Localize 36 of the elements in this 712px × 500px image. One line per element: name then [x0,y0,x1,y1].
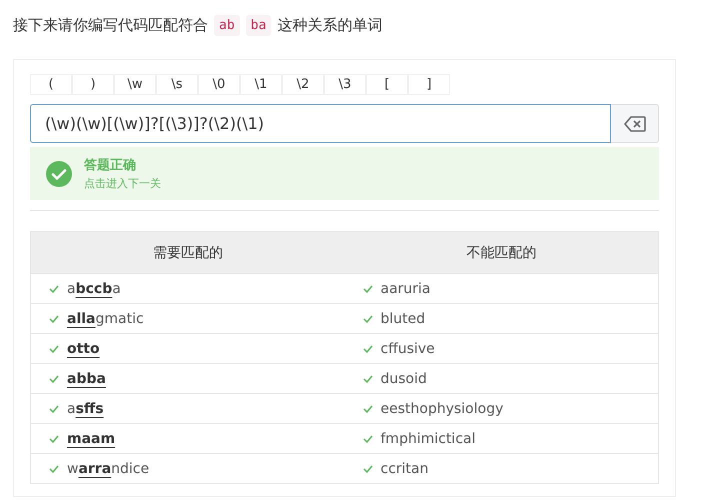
column-header: 不能匹配的 [344,232,658,274]
word: warrandice [67,460,150,476]
regex-input[interactable]: (\w)(\w)[(\w)]?[(\3)]?(\2)(\1) [30,104,611,143]
word: fmphimictical [380,430,476,446]
token-button[interactable]: \s [156,74,198,95]
word: eesthophysiology [380,400,504,416]
word: otto [67,340,100,356]
clear-button[interactable] [611,104,659,143]
word: allagmatic [67,310,144,326]
word: abccba [67,280,121,296]
token-button[interactable]: \w [114,74,156,95]
backspace-icon [624,116,646,132]
word: bluted [380,310,426,326]
word: dusoid [380,370,427,386]
result-title: 答题正确 [84,157,137,174]
column-header: 需要匹配的 [30,232,344,274]
token-button[interactable]: ) [72,74,114,95]
check-circle-icon [46,160,72,186]
token-button[interactable]: \0 [198,74,240,95]
token-button[interactable]: \3 [324,74,366,95]
token-button[interactable]: [ [366,74,408,95]
prompt-text: 这种关系的单词 [277,16,382,34]
word: ccritan [380,460,428,476]
word: cffusive [380,340,435,356]
word: asffs [67,400,104,416]
word: maam [67,430,116,446]
word: abba [67,370,106,386]
token-button[interactable]: \2 [282,74,324,95]
code-snippet: ba [246,14,272,36]
result-subtitle: 点击进入下一关 [84,176,161,191]
token-button[interactable]: ] [408,74,450,95]
token-button[interactable]: ( [30,74,72,95]
word: aaruria [380,280,431,296]
token-button[interactable]: \1 [240,74,282,95]
prompt-text: 接下来请你编写代码匹配符合 [13,16,208,34]
code-snippet: ab [214,14,240,36]
